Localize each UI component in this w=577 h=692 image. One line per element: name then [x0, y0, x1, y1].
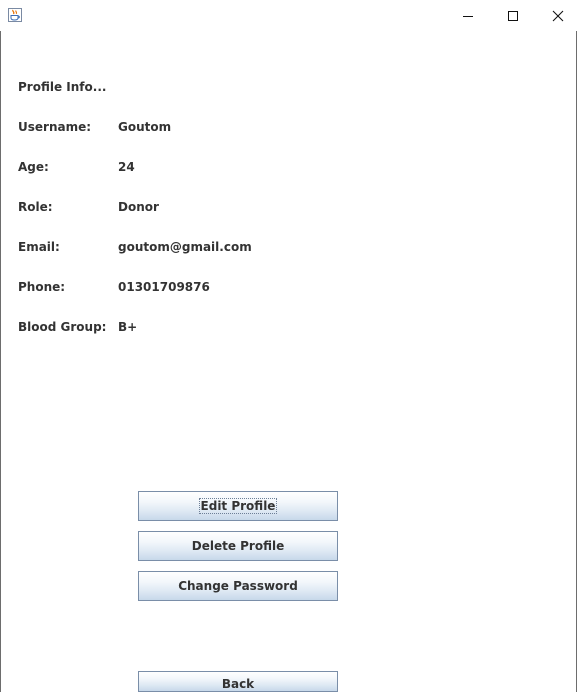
- edit-profile-label: Edit Profile: [198, 498, 278, 514]
- delete-profile-button[interactable]: Delete Profile: [138, 531, 338, 561]
- edit-profile-button[interactable]: Edit Profile: [138, 491, 338, 521]
- close-button[interactable]: [535, 0, 577, 31]
- blood-group-label: Blood Group:: [18, 320, 107, 334]
- minimize-icon: [463, 15, 473, 17]
- back-label: Back: [221, 677, 255, 691]
- age-label: Age:: [18, 160, 49, 174]
- java-cup-icon: [7, 7, 23, 23]
- minimize-button[interactable]: [445, 0, 491, 31]
- role-value: Donor: [118, 200, 159, 214]
- maximize-icon: [508, 10, 518, 21]
- maximize-button[interactable]: [490, 0, 536, 31]
- change-password-button[interactable]: Change Password: [138, 571, 338, 601]
- username-label: Username:: [18, 120, 92, 134]
- close-icon: [552, 10, 564, 21]
- phone-value: 01301709876: [118, 280, 210, 294]
- delete-profile-label: Delete Profile: [191, 539, 285, 553]
- title-bar[interactable]: [0, 0, 577, 31]
- email-label: Email:: [18, 240, 60, 254]
- age-value: 24: [118, 160, 135, 174]
- role-label: Role:: [18, 200, 53, 214]
- profile-heading: Profile Info...: [18, 80, 107, 94]
- email-value: goutom@gmail.com: [118, 240, 252, 254]
- back-button[interactable]: Back: [138, 671, 338, 692]
- blood-group-value: B+: [118, 320, 138, 334]
- phone-label: Phone:: [18, 280, 66, 294]
- change-password-label: Change Password: [178, 579, 298, 593]
- username-value: Goutom: [118, 120, 172, 134]
